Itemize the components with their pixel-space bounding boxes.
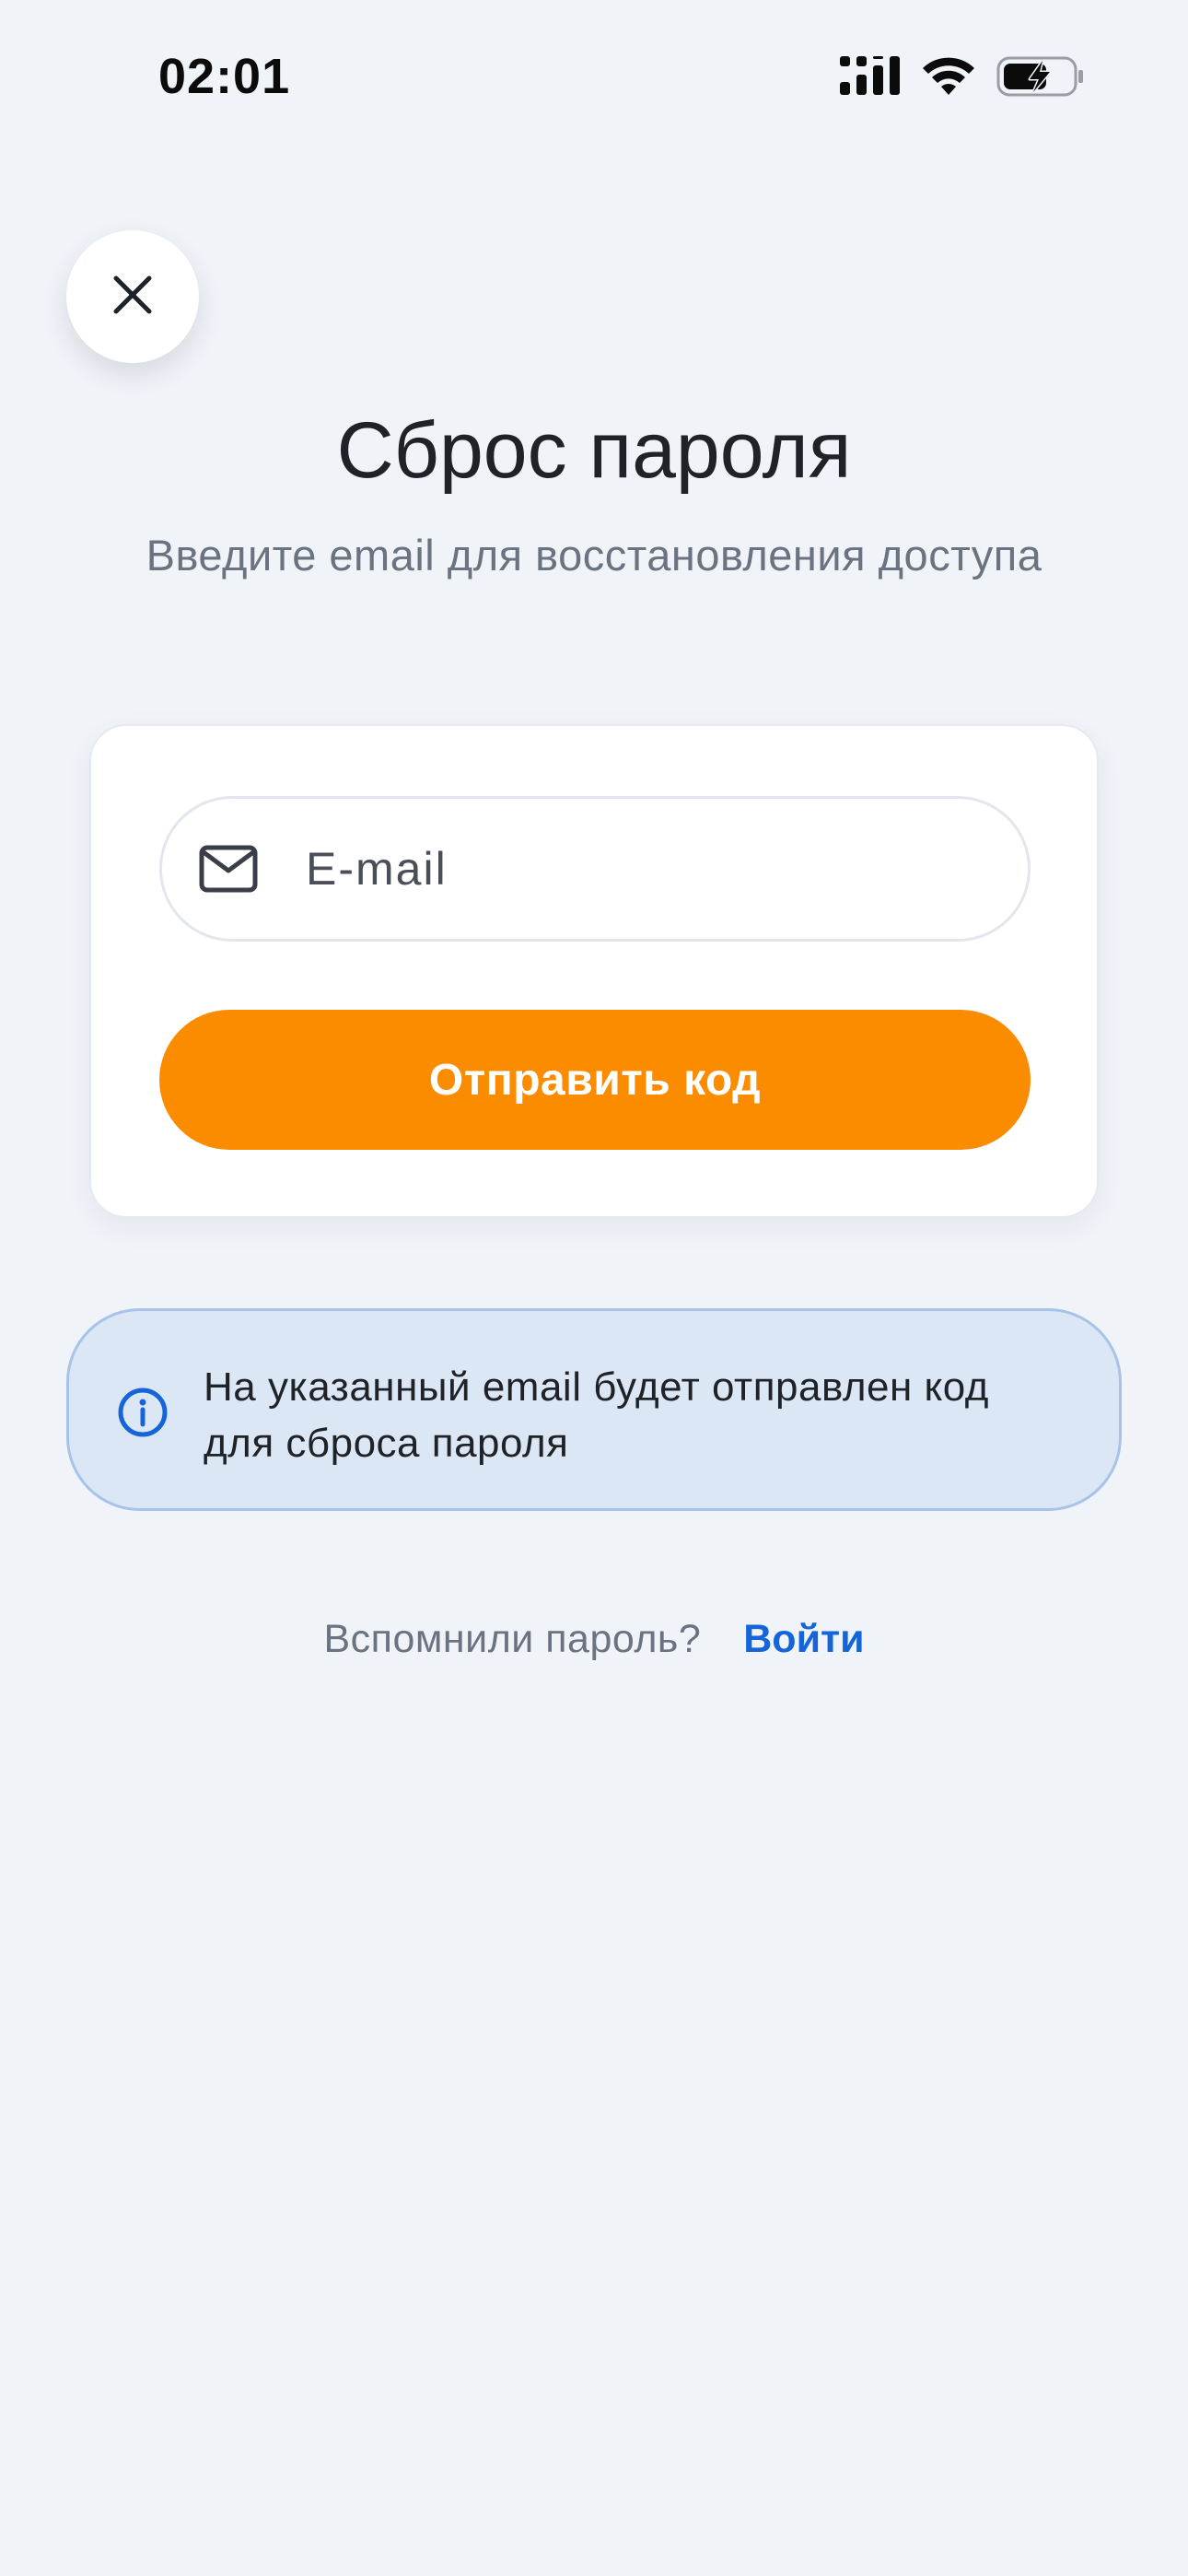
status-bar: 02:01	[0, 0, 1188, 157]
info-notice: На указанный email будет отправлен код д…	[66, 1308, 1122, 1511]
wifi-icon	[921, 56, 976, 97]
page-title: Сброс пароля	[336, 406, 852, 495]
login-question: Вспомнили пароль?	[323, 1617, 702, 1661]
status-time: 02:01	[158, 49, 291, 104]
page-subtitle: Введите email для восстановления доступа	[146, 531, 1042, 580]
email-field[interactable]	[159, 796, 1031, 942]
cellular-signal-icon	[840, 56, 901, 97]
battery-charging-icon	[996, 55, 1085, 98]
close-icon	[111, 273, 155, 322]
email-input[interactable]	[304, 841, 971, 896]
login-prompt: Вспомнили пароль? Войти	[0, 1617, 1188, 1662]
close-button[interactable]	[66, 230, 199, 363]
info-icon	[117, 1387, 169, 1438]
send-code-button[interactable]: Отправить код	[159, 1010, 1031, 1150]
status-icons	[840, 55, 1085, 98]
reset-form-card: Отправить код	[89, 724, 1099, 1218]
info-text: На указанный email будет отправлен код д…	[204, 1364, 989, 1466]
mail-icon	[197, 837, 260, 900]
login-link[interactable]: Войти	[743, 1617, 864, 1661]
